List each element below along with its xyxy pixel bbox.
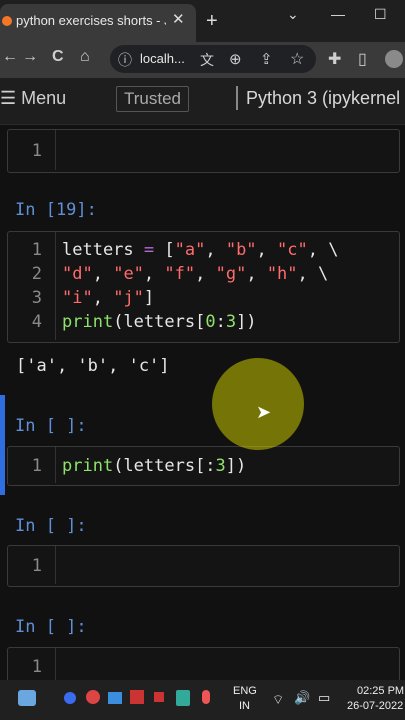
kernel-divider (236, 86, 238, 110)
minimize-icon[interactable]: — (331, 6, 345, 22)
cell-prompt: In [ ]: (15, 516, 87, 536)
app-icon[interactable] (64, 692, 76, 704)
code-line[interactable]: print(letters[0:3]) (62, 312, 257, 332)
forward-icon[interactable]: → (22, 48, 38, 66)
battery-icon[interactable]: ▭ (318, 690, 330, 706)
clock-date[interactable]: 26-07-2022 (347, 700, 403, 712)
tab-search-icon[interactable]: ⌄ (287, 6, 299, 23)
extensions-icon[interactable]: ✚ (328, 49, 341, 69)
menu-label: Menu (21, 88, 67, 108)
mouse-pointer-icon: ➤ (256, 402, 272, 422)
cell-output: ['a', 'b', 'c'] (16, 356, 170, 376)
language-indicator-top[interactable]: ENG (233, 685, 257, 697)
app-icon[interactable] (86, 690, 100, 704)
code-line[interactable]: print(letters[:3]) (62, 456, 246, 476)
kernel-name[interactable]: Python 3 (ipykernel (246, 88, 400, 109)
microphone-icon[interactable] (202, 690, 210, 704)
jupyter-favicon-icon (2, 16, 12, 26)
code-cell-editor[interactable] (7, 129, 400, 173)
hamburger-icon: ☰ (0, 88, 17, 108)
code-line[interactable]: "d", "e", "f", "g", "h", \ (62, 264, 328, 284)
trusted-indicator[interactable]: Trusted (116, 86, 190, 112)
tab-close-icon[interactable]: ✕ (172, 10, 185, 28)
bookmark-star-icon[interactable]: ☆ (290, 49, 304, 69)
volume-icon[interactable]: 🔊 (294, 690, 310, 706)
profile-avatar[interactable] (385, 50, 403, 68)
reload-icon[interactable]: C (52, 48, 64, 66)
menu-button[interactable]: ☰ Menu (0, 88, 66, 109)
line-number: 1 (31, 240, 42, 260)
share-icon[interactable]: ⇪ (260, 50, 273, 68)
line-number: 3 (31, 288, 42, 308)
language-indicator-bottom[interactable]: IN (239, 700, 250, 712)
clock-time[interactable]: 02:25 PM (357, 685, 404, 697)
line-number: 1 (31, 657, 42, 677)
new-tab-button[interactable]: + (206, 10, 218, 33)
line-number: 1 (31, 556, 42, 576)
code-cell-editor[interactable] (7, 545, 400, 587)
app-icon[interactable] (154, 692, 164, 702)
code-line[interactable]: "i", "j"] (62, 288, 154, 308)
app-icon[interactable] (176, 690, 190, 706)
cell-prompt: In [ ]: (15, 416, 87, 436)
side-panel-icon[interactable]: ▯ (358, 49, 367, 69)
wifi-icon[interactable]: ⌔ (272, 692, 284, 708)
cell-prompt: In [19]: (15, 200, 97, 220)
line-number: 1 (31, 456, 42, 476)
home-icon[interactable]: ⌂ (80, 48, 90, 66)
zoom-icon[interactable]: ⊕ (229, 50, 242, 68)
line-number: 4 (31, 312, 42, 332)
app-icon[interactable] (108, 692, 122, 704)
back-icon[interactable]: ← (2, 48, 18, 66)
recycle-bin-icon[interactable] (18, 690, 36, 706)
site-info-icon[interactable]: ⓘ (118, 50, 132, 70)
tab-title: python exercises shorts - Jupy (16, 13, 166, 28)
cell-prompt: In [ ]: (15, 617, 87, 637)
code-line[interactable]: letters = ["a", "b", "c", \ (62, 240, 338, 260)
maximize-icon[interactable]: ☐ (374, 6, 387, 23)
line-number: 1 (31, 141, 42, 161)
translate-icon[interactable]: 文 (200, 50, 214, 70)
line-number: 2 (31, 264, 42, 284)
active-cell-indicator (0, 395, 5, 495)
app-icon[interactable] (130, 690, 144, 704)
address-text[interactable]: localh... (140, 51, 185, 66)
